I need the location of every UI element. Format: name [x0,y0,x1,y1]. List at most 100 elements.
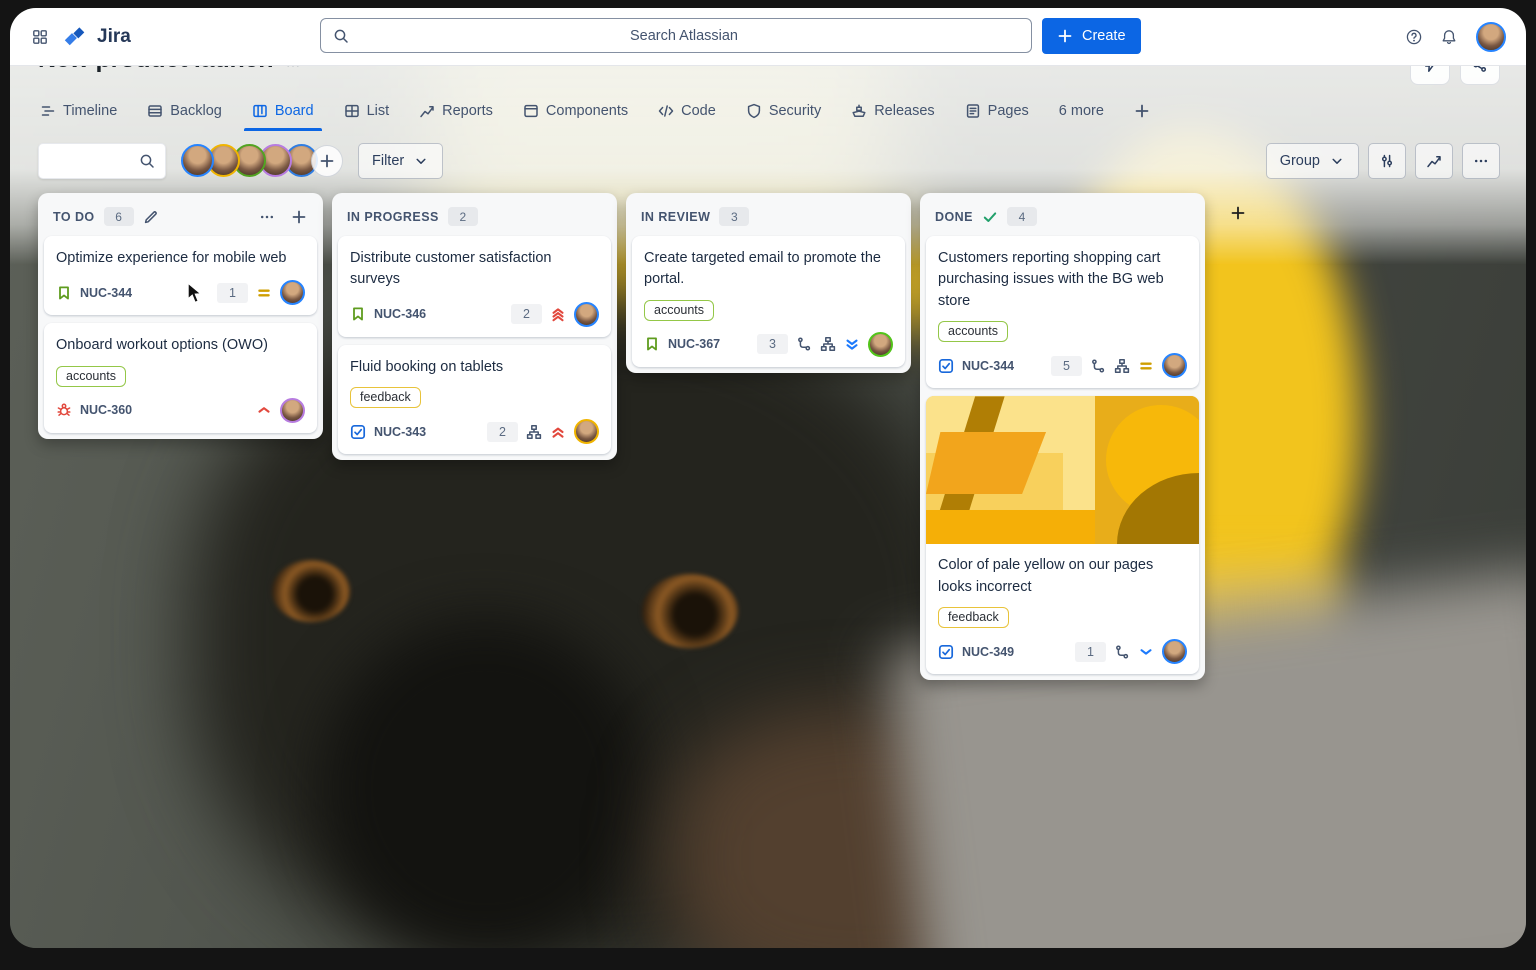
board-column-in-progress: IN PROGRESS2Distribute customer satisfac… [332,193,617,460]
top-nav-bar: Jira Search Atlassian Create [10,8,1526,66]
estimate-badge: 2 [487,422,518,442]
jira-logo-icon[interactable] [63,25,87,49]
add-tab-button[interactable] [1132,95,1152,131]
notifications-bell-icon[interactable] [1441,29,1457,45]
board-column-in-review: IN REVIEW3Create targeted email to promo… [626,193,911,373]
tab-label: List [367,103,390,119]
card-footer: NUC-3445 [938,353,1187,378]
issue-card-nuc-343[interactable]: Fluid booking on tablets feedback NUC-3432 [338,345,611,454]
column-count-badge: 4 [1007,207,1037,226]
tab-code[interactable]: Code [656,95,718,131]
assignee-avatar[interactable] [181,144,214,177]
card-footer: NUC-3491 [938,639,1187,664]
card-tag-feedback[interactable]: feedback [350,387,421,408]
issue-card-nuc-344[interactable]: Optimize experience for mobile webNUC-34… [44,236,317,315]
group-button[interactable]: Group [1266,143,1359,179]
column-more-icon[interactable] [259,209,275,225]
app-window: Jira Search Atlassian Create Projects Ne… [10,8,1526,948]
issue-key: NUC-344 [962,359,1014,373]
card-title: Fluid booking on tablets [350,357,599,378]
issue-card-nuc-360[interactable]: Onboard workout options (OWO)accountsNUC… [44,323,317,432]
card-assignee-avatar[interactable] [280,398,305,423]
card-footer-meta: 1 [217,280,305,305]
done-check-icon [982,209,998,225]
insights-chart-button[interactable] [1415,143,1453,179]
tab-list[interactable]: List [342,95,392,131]
priority-highest-icon [550,306,566,322]
tab-label: Code [681,103,716,119]
tab-label: Backlog [170,103,222,119]
tab-pages[interactable]: Pages [963,95,1031,131]
chevron-down-icon [1329,153,1345,169]
tab-label: Releases [874,103,934,119]
board-icon [252,103,268,119]
card-footer: NUC-3441 [56,280,305,305]
plus-icon [1057,28,1073,44]
priority-high-icon [256,402,272,418]
issue-card-nuc-367[interactable]: Create targeted email to promote the por… [632,236,905,367]
board-search-input[interactable] [38,143,166,179]
issue-key: NUC-346 [374,307,426,321]
priority-medium-icon [256,285,272,301]
sitemap-icon [1114,358,1130,374]
global-search-input[interactable]: Search Atlassian [320,18,1032,53]
board-column-to-do: TO DO6Optimize experience for mobile web… [38,193,323,439]
issue-card-nuc-346[interactable]: Distribute customer satisfaction surveys… [338,236,611,337]
issue-card-nuc-349[interactable]: Color of pale yellow on our pages looks … [926,396,1199,674]
sitemap-icon [820,336,836,352]
add-column-button[interactable] [1230,205,1246,221]
tab-board[interactable]: Board [250,95,316,131]
tab-security[interactable]: Security [744,95,823,131]
card-assignee-avatar[interactable] [574,302,599,327]
card-tag-feedback[interactable]: feedback [938,607,1009,628]
tab-backlog[interactable]: Backlog [145,95,224,131]
tab-components[interactable]: Components [521,95,630,131]
edit-icon[interactable] [143,209,159,225]
issue-card-nuc-344[interactable]: Customers reporting shopping cart purcha… [926,236,1199,388]
column-count-badge: 2 [448,207,478,226]
timeline-icon [40,103,56,119]
card-title: Onboard workout options (OWO) [56,335,305,356]
card-footer: NUC-3432 [350,419,599,444]
card-tag-accounts[interactable]: accounts [56,366,126,387]
tab-6-more[interactable]: 6 more [1057,95,1106,131]
card-tag-accounts[interactable]: accounts [938,321,1008,342]
card-assignee-avatar[interactable] [1162,639,1187,664]
column-header: IN REVIEW3 [632,199,905,236]
create-button[interactable]: Create [1042,18,1141,54]
card-assignee-avatar[interactable] [1162,353,1187,378]
card-assignee-avatar[interactable] [868,332,893,357]
kanban-board: TO DO6Optimize experience for mobile web… [38,193,1526,680]
card-assignee-avatar[interactable] [280,280,305,305]
app-switcher-icon[interactable] [32,29,48,45]
add-assignee-button[interactable] [311,145,343,177]
card-footer-meta: 2 [511,302,599,327]
card-assignee-avatar[interactable] [574,419,599,444]
tab-releases[interactable]: Releases [849,95,936,131]
tab-label: Components [546,103,628,119]
issue-type-story-icon [644,336,660,352]
card-footer-meta: 1 [1075,639,1187,664]
project-tabs: Timeline Backlog Board List Reports Component… [38,95,1500,131]
tab-reports[interactable]: Reports [417,95,495,131]
priority-lower-icon [844,336,860,352]
user-avatar[interactable] [1476,22,1506,52]
column-count-badge: 6 [104,207,134,226]
card-footer-meta: 2 [487,419,599,444]
column-header: IN PROGRESS2 [338,199,611,236]
tab-timeline[interactable]: Timeline [38,95,119,131]
assignee-avatar-group [181,144,343,177]
add-card-icon[interactable] [291,209,307,225]
help-icon[interactable] [1406,29,1422,45]
tab-label: 6 more [1059,103,1104,119]
view-settings-sliders-button[interactable] [1368,143,1406,179]
card-cover-image [926,396,1199,544]
card-tag-accounts[interactable]: accounts [644,300,714,321]
column-cards: Create targeted email to promote the por… [632,236,905,367]
board-more-button[interactable] [1462,143,1500,179]
card-footer: NUC-346 2 [350,302,599,327]
column-cards: Optimize experience for mobile webNUC-34… [44,236,317,433]
filter-button[interactable]: Filter [358,143,443,179]
list-icon [344,103,360,119]
device-frame: Jira Search Atlassian Create Projects Ne… [0,0,1536,970]
